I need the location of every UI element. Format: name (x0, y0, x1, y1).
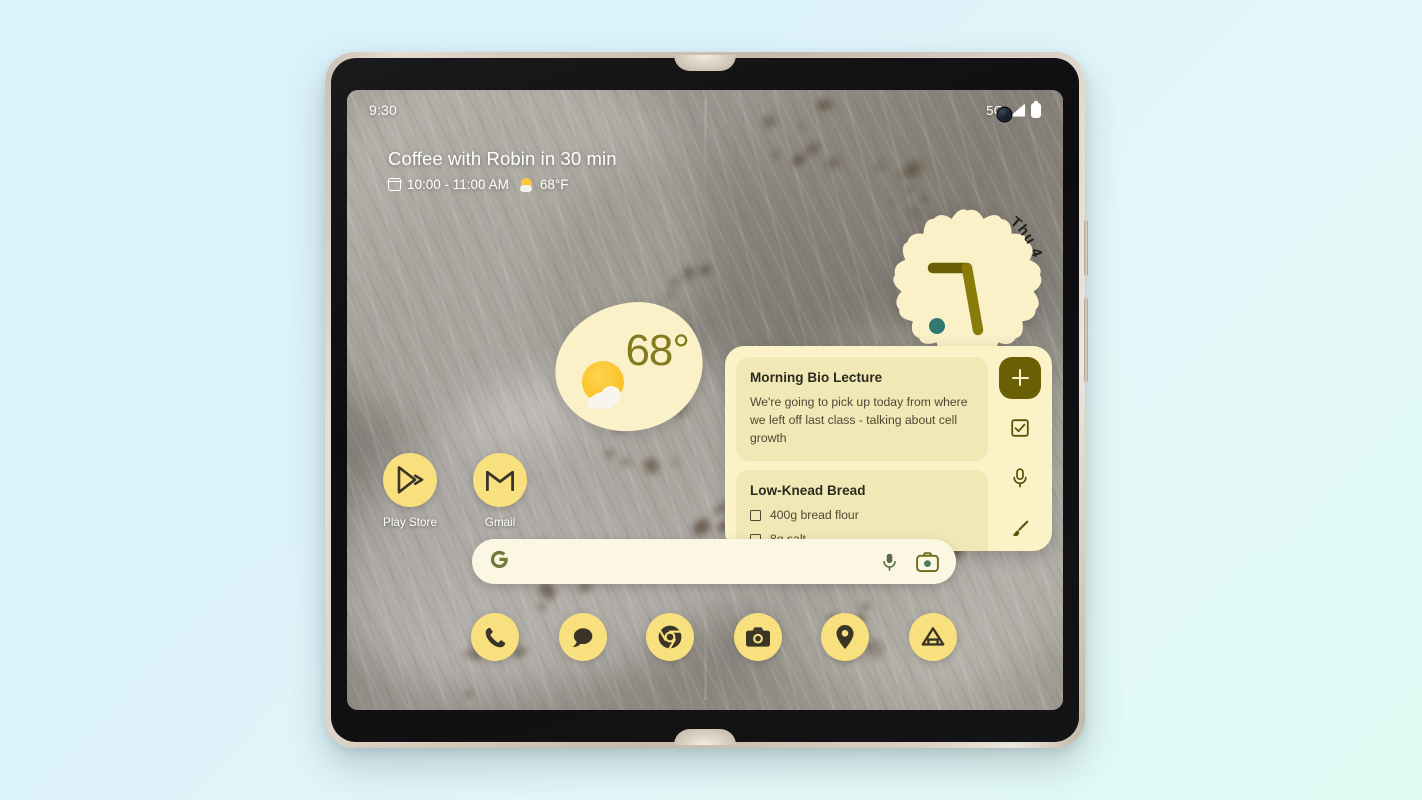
keep-new-list-button[interactable] (998, 406, 1042, 450)
microphone-icon (1013, 468, 1027, 488)
app-icon-gmail[interactable]: Gmail (473, 453, 527, 529)
checklist-label: 400g bread flour (770, 508, 859, 523)
plus-icon (1011, 369, 1029, 387)
google-keep-widget[interactable]: Morning Bio Lecture We're going to pick … (725, 346, 1052, 551)
signal-bars-icon (1010, 104, 1025, 117)
glance-time-range: 10:00 - 11:00 AM (407, 177, 509, 192)
clock-second-dot (929, 318, 945, 334)
hinge-notch-bottom (674, 729, 736, 745)
map-pin-icon (836, 625, 854, 649)
note-body: We're going to pick up today from where … (750, 395, 968, 445)
front-camera (998, 108, 1011, 121)
note-title: Low-Knead Bread (750, 483, 866, 499)
keep-drawing-note-button[interactable] (998, 507, 1042, 551)
sun-cloud-icon (519, 177, 534, 192)
note-checklist-item[interactable]: 400g bread flour (750, 508, 974, 522)
analog-clock-widget[interactable]: Thu 4 (890, 206, 1045, 361)
brush-icon (1012, 520, 1029, 537)
google-g-icon (489, 549, 510, 575)
pixel-fold-device: 9:30 5G Coffee with Robin in 30 min 10:0… (325, 52, 1088, 748)
keep-note-card[interactable]: Morning Bio Lecture We're going to pick … (736, 357, 988, 462)
gmail-icon (486, 470, 514, 491)
google-lens-icon (916, 551, 939, 572)
chrome-icon (658, 625, 683, 650)
message-bubble-icon (572, 627, 593, 647)
glance-temperature: 68°F (539, 177, 569, 192)
battery-full-icon (1031, 100, 1041, 118)
app-label: Play Store (383, 516, 437, 529)
keep-new-note-button[interactable] (999, 357, 1041, 399)
sun-behind-cloud-icon (579, 361, 631, 409)
app-icon-play-store[interactable]: Play Store (383, 453, 437, 529)
device-screen[interactable]: 9:30 5G Coffee with Robin in 30 min 10:0… (347, 90, 1063, 710)
keep-action-rail (988, 346, 1052, 551)
keep-voice-note-button[interactable] (998, 457, 1042, 501)
glance-headline: Coffee with Robin in 30 min (388, 148, 617, 169)
camera-icon (745, 627, 770, 647)
dock-icon-chrome[interactable] (646, 613, 695, 661)
checkbox-icon[interactable] (750, 509, 761, 521)
at-a-glance-widget[interactable]: Coffee with Robin in 30 min 10:00 - 11:0… (387, 148, 617, 192)
note-title: Morning Bio Lecture (750, 370, 883, 385)
status-bar: 9:30 5G (347, 90, 1063, 130)
checkbox-icon (1011, 418, 1029, 437)
google-search-bar[interactable] (472, 539, 956, 584)
power-button[interactable] (1084, 220, 1088, 276)
weather-widget[interactable]: 68° (548, 295, 710, 439)
dock-icon-camera[interactable] (733, 613, 782, 661)
search-input[interactable] (510, 553, 863, 570)
microphone-icon (883, 553, 896, 571)
play-store-icon (397, 466, 424, 494)
dock-icon-home[interactable] (908, 613, 957, 661)
phone-icon (485, 627, 505, 647)
keep-notes-list: Morning Bio Lecture We're going to pick … (736, 357, 988, 551)
weather-temperature: 68° (625, 326, 690, 375)
voice-search-button[interactable] (881, 552, 898, 572)
status-clock: 9:30 (369, 102, 398, 118)
home-icon (921, 627, 945, 646)
lens-search-button[interactable] (916, 551, 939, 572)
app-dock (465, 609, 963, 665)
hinge-notch-top (674, 55, 736, 71)
dock-icon-messages[interactable] (558, 613, 607, 661)
glance-subline: 10:00 - 11:00 AM 68°F (387, 177, 617, 192)
dock-icon-phone[interactable] (471, 613, 519, 661)
volume-button[interactable] (1084, 298, 1088, 382)
dock-icon-maps[interactable] (821, 613, 870, 661)
calendar-icon (387, 178, 402, 191)
app-label: Gmail (484, 516, 516, 529)
home-screen-app-icons: Play Store Gmail (383, 453, 527, 529)
